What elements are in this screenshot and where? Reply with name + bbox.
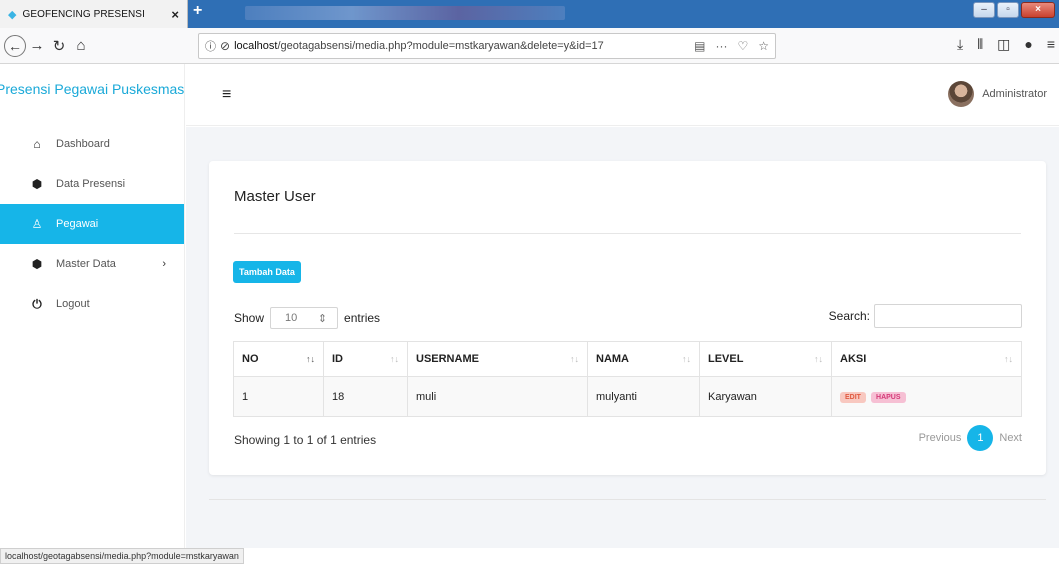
column-header-username[interactable]: USERNAME ↑↓ (407, 341, 588, 377)
sidebar-item-logout[interactable]: ⏻ Logout (0, 284, 184, 324)
browser-nav-bar: ← → ↻ ⌂ ⓘ ⊘ localhost/geotagabsensi/medi… (0, 28, 1059, 64)
sidebar-item-label: Data Presensi (56, 178, 126, 190)
maximize-button[interactable]: ▫ (997, 2, 1019, 18)
sidebar-item-dashboard[interactable]: ⌂ Dashboard (0, 124, 184, 164)
user-table: NO ↑↓ ID ↑↓ USERNAME ↑↓ NAMA ↑↓ LEVEL ↑↓ AKSI… (233, 341, 1022, 417)
sort-icon: ↑↓ (1004, 354, 1013, 364)
previous-button[interactable]: Previous (919, 432, 962, 444)
close-window-button[interactable]: × (1021, 2, 1055, 18)
home-browser-icon[interactable]: ⌂ (70, 37, 92, 54)
column-header-no[interactable]: NO ↑↓ (233, 341, 324, 377)
cell-aksi: EDIT HAPUS (831, 376, 1022, 417)
permissions-icon[interactable]: ⊘ (220, 39, 230, 53)
cell-no: 1 (233, 376, 324, 417)
search-control: Search: (829, 304, 1022, 328)
select-arrows-icon: ⇕ (317, 312, 328, 325)
minimize-button[interactable]: – (973, 2, 995, 18)
forward-icon[interactable]: → (26, 37, 48, 54)
search-label: Search: (828, 309, 870, 323)
master-user-card: Master User Tambah Data Show 10 ⇕ entrie… (209, 161, 1046, 475)
add-data-button[interactable]: Tambah Data (233, 261, 301, 283)
hamburger-menu-icon[interactable]: ≡ (222, 86, 231, 104)
browser-tab[interactable]: ◆ GEOFENCING PRESENSI × (0, 0, 188, 28)
bookmark-star-icon[interactable]: ☆ (758, 39, 769, 53)
sidebar: Presensi Pegawai Puskesmas ⌂ Dashboard ⬢… (0, 64, 185, 548)
cube-icon: ⬢ (31, 177, 43, 191)
cell-id: 18 (323, 376, 408, 417)
column-header-nama[interactable]: NAMA ↑↓ (587, 341, 700, 377)
user-name[interactable]: Administrator (982, 88, 1047, 100)
reader-view-icon[interactable]: ▤ (694, 39, 705, 53)
table-row: 1 18 muli mulyanti Karyawan EDIT HAPUS (233, 376, 1022, 417)
page-actions-icon[interactable]: ··· (715, 39, 727, 53)
sort-icon: ↑↓ (814, 354, 823, 364)
reload-icon[interactable]: ↻ (48, 37, 70, 55)
sidebar-item-label: Dashboard (56, 138, 110, 150)
page-length-select[interactable]: 10 ⇕ (270, 307, 339, 329)
sort-icon: ↑↓ (390, 354, 399, 364)
sidebar-item-pegawai[interactable]: ♙ Pegawai (0, 204, 184, 244)
blurred-background-window (245, 6, 565, 20)
tab-title: GEOFENCING PRESENSI (22, 8, 145, 20)
footer-divider (209, 499, 1046, 500)
page-1-button[interactable]: 1 (967, 425, 994, 451)
page-title: Master User (234, 188, 316, 205)
cell-nama: mulyanti (587, 376, 700, 417)
extension-icon[interactable]: ● (1024, 36, 1032, 53)
column-header-aksi[interactable]: AKSI ↑↓ (831, 341, 1022, 377)
power-icon: ⏻ (32, 296, 42, 311)
sort-icon: ↑↓ (570, 354, 579, 364)
url-bar[interactable]: ⓘ ⊘ localhost/geotagabsensi/media.php?mo… (198, 33, 776, 59)
table-info: Showing 1 to 1 of 1 entries (234, 433, 377, 447)
tab-close-icon[interactable]: × (171, 7, 179, 22)
sidebar-item-label: Master Data (56, 258, 116, 270)
delete-button[interactable]: HAPUS (871, 392, 906, 403)
search-input[interactable] (874, 304, 1022, 328)
column-header-id[interactable]: ID ↑↓ (323, 341, 408, 377)
url-text[interactable]: localhost/geotagabsensi/media.php?module… (234, 40, 694, 52)
sidebar-item-data-presensi[interactable]: ⬢ Data Presensi (0, 164, 184, 204)
browser-menu-icon[interactable]: ≡ (1047, 36, 1055, 53)
chevron-right-icon: › (162, 258, 166, 270)
browser-tab-bar: ◆ GEOFENCING PRESENSI × + – ▫ × (0, 0, 1059, 28)
show-label: Show (234, 311, 265, 325)
pagination: Previous 1 Next (919, 425, 1022, 451)
next-button[interactable]: Next (999, 432, 1022, 444)
edit-button[interactable]: EDIT (840, 392, 866, 403)
favicon-icon: ◆ (8, 8, 17, 21)
divider (234, 233, 1021, 234)
brand-title[interactable]: Presensi Pegawai Puskesmas (0, 64, 184, 124)
new-tab-button[interactable]: + (193, 2, 202, 20)
sidebar-item-label: Logout (56, 298, 90, 310)
avatar[interactable] (948, 81, 975, 107)
column-header-level[interactable]: LEVEL ↑↓ (699, 341, 832, 377)
user-menu[interactable]: Administrator (948, 81, 1047, 107)
back-icon[interactable]: ← (4, 34, 26, 57)
home-icon: ⌂ (33, 137, 41, 151)
sort-icon: ↑↓ (306, 354, 315, 364)
sidebar-menu: ⌂ Dashboard ⬢ Data Presensi ♙ Pegawai ⬢ … (0, 124, 184, 324)
window-controls: – ▫ × (973, 2, 1055, 18)
main-content: Master User Tambah Data Show 10 ⇕ entrie… (186, 127, 1059, 548)
status-url: localhost/geotagabsensi/media.php?module… (0, 548, 244, 564)
user-icon: ♙ (31, 217, 43, 231)
top-bar: ≡ Administrator (186, 64, 1059, 126)
cube-icon: ⬢ (31, 257, 43, 271)
table-header-row: NO ↑↓ ID ↑↓ USERNAME ↑↓ NAMA ↑↓ LEVEL ↑↓ AKSI… (233, 341, 1022, 377)
library-icon[interactable]: ⫴ (977, 36, 983, 53)
entries-label: entries (344, 311, 381, 325)
page-length-control: Show 10 ⇕ entries (234, 307, 380, 329)
download-icon[interactable]: ⤓ (957, 36, 963, 53)
sidebar-item-label: Pegawai (56, 218, 99, 230)
sort-icon: ↑↓ (682, 354, 691, 364)
cell-username: muli (407, 376, 588, 417)
sidebar-toggle-icon[interactable]: ◫ (997, 36, 1010, 53)
cell-level: Karyawan (699, 376, 832, 417)
info-icon[interactable]: ⓘ (205, 38, 216, 54)
sidebar-item-master-data[interactable]: ⬢ Master Data › (0, 244, 184, 284)
pocket-icon[interactable]: ♡ (737, 39, 748, 53)
